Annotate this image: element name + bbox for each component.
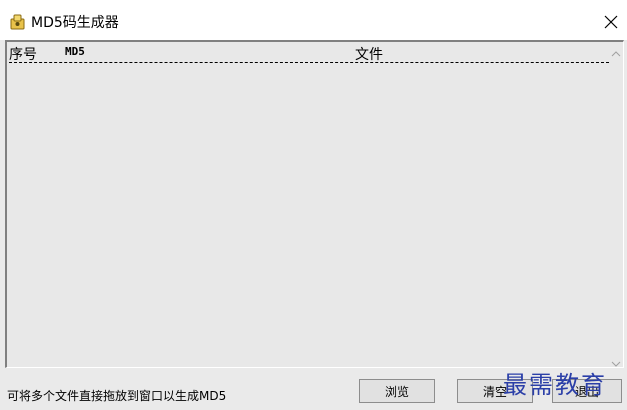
scroll-down-icon[interactable] — [611, 354, 621, 367]
app-icon — [9, 13, 27, 31]
browse-button[interactable]: 浏览 — [359, 379, 435, 403]
header-divider — [9, 62, 609, 64]
column-header-file: 文件 — [355, 47, 383, 63]
file-list[interactable]: 序号 MD5 文件 — [5, 40, 624, 368]
vertical-scrollbar[interactable] — [610, 42, 622, 367]
scroll-up-icon[interactable] — [611, 44, 621, 57]
browse-button-label: 浏览 — [384, 384, 409, 399]
dialog-client-area: 序号 MD5 文件 可将多个文件直接拖放到窗口以生成MD5 浏览 清空 退出 — [0, 40, 627, 410]
watermark-logo: 最需教育 — [503, 371, 607, 399]
column-header-index: 序号 — [9, 47, 37, 63]
status-hint: 可将多个文件直接拖放到窗口以生成MD5 — [7, 389, 227, 403]
column-header-md5: MD5 — [65, 45, 85, 58]
close-icon — [604, 14, 618, 33]
title-bar: MD5码生成器 — [0, 0, 627, 40]
close-button[interactable] — [596, 8, 626, 38]
window-title: MD5码生成器 — [31, 15, 119, 31]
